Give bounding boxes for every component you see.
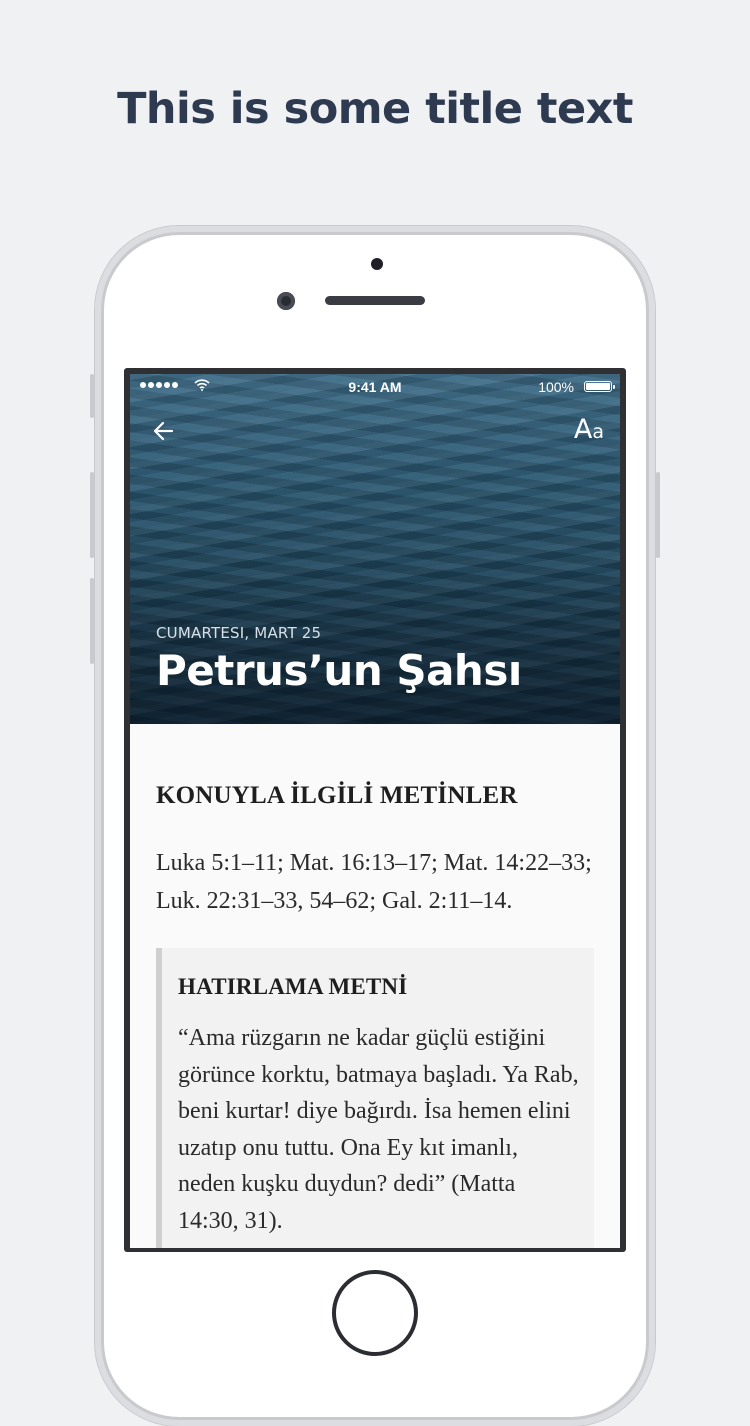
home-button[interactable] (332, 1270, 418, 1356)
section-heading: KONUYLA İLGİLİ METİNLER (156, 782, 518, 809)
mute-switch (90, 374, 94, 418)
earpiece-speaker (325, 296, 425, 305)
memory-verse-box: HATIRLAMA METNİ “Ama rüzgarın ne kadar g… (156, 948, 594, 1248)
status-bar: 9:41 AM 100% (130, 374, 620, 400)
promo-title: This is some title text (117, 84, 633, 134)
lesson-date: CUMARTESI, MART 25 (156, 624, 322, 642)
font-size-button[interactable]: Aa (574, 414, 604, 448)
readings-text: Luka 5:1–11; Mat. 16:13–17; Mat. 14:22–3… (156, 850, 592, 914)
battery-percent: 100% (538, 379, 574, 395)
proximity-sensor (371, 258, 383, 270)
memory-verse-text: “Ama rüzgarın ne kadar güçlü estiğini gö… (178, 1025, 579, 1234)
app-view: 9:41 AM 100% Aa CUMARTESI, MART 25 Petru… (130, 374, 620, 1248)
lesson-content: KONUYLA İLGİLİ METİNLER Luka 5:1–11; Mat… (130, 724, 620, 1248)
arrow-left-icon[interactable] (146, 414, 180, 448)
phone-screen: 9:41 AM 100% Aa CUMARTESI, MART 25 Petru… (124, 368, 626, 1252)
volume-up-button (90, 472, 94, 558)
lesson-title: Petrus’un Şahsı (156, 646, 522, 695)
font-size-small-letter: a (592, 421, 604, 443)
front-camera (277, 292, 295, 310)
battery-icon (584, 381, 615, 392)
font-size-big-letter: A (573, 414, 593, 445)
memory-verse-heading: HATIRLAMA METNİ (178, 974, 408, 999)
power-button (656, 472, 660, 558)
volume-down-button (90, 578, 94, 664)
